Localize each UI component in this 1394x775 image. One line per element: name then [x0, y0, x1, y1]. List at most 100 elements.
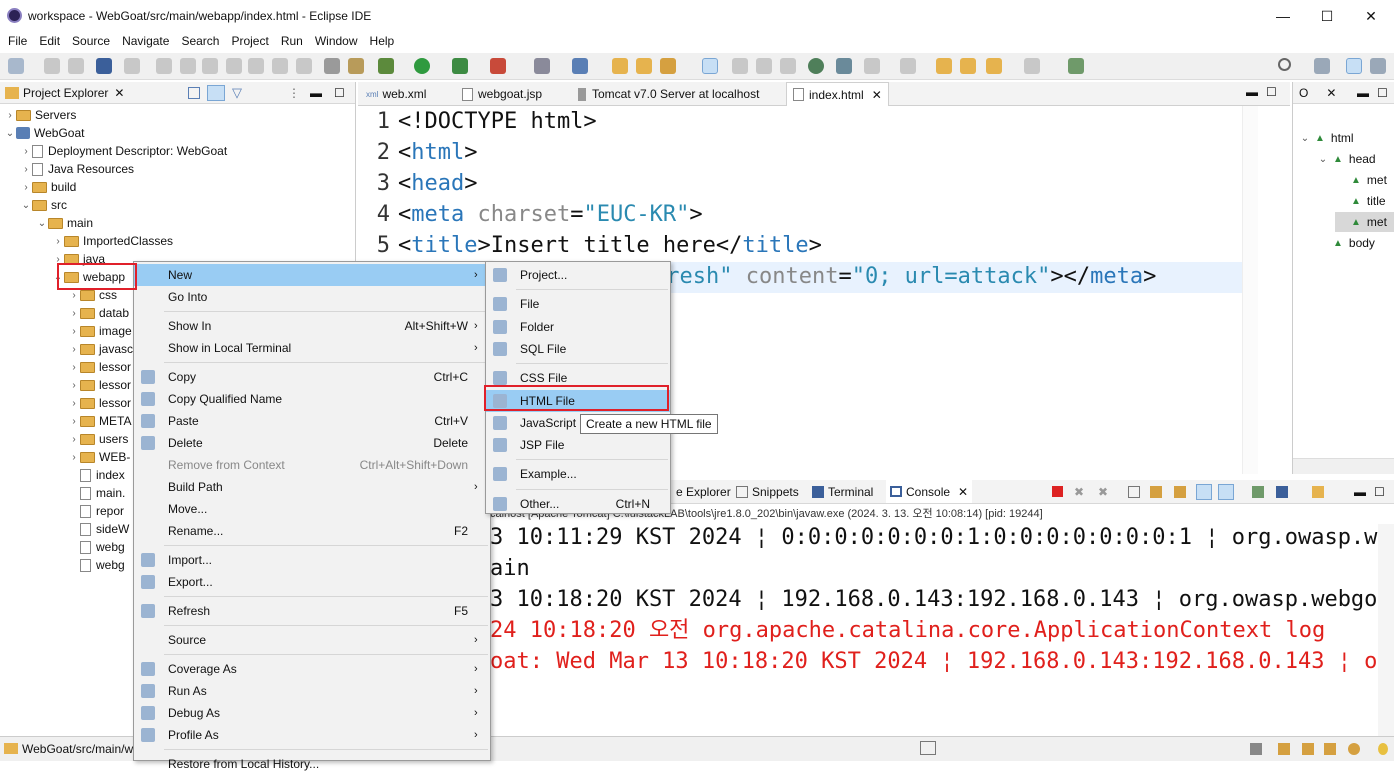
menu-item[interactable]: Export...: [134, 571, 490, 593]
menu-source[interactable]: Source: [66, 32, 116, 52]
collapsed-chevron-icon[interactable]: ›: [68, 344, 80, 355]
outline-item[interactable]: ▲ body: [1317, 233, 1375, 253]
terminate-icon[interactable]: [1052, 486, 1063, 497]
maximize-button[interactable]: ☐: [1304, 0, 1350, 32]
expanded-chevron-icon[interactable]: ⌄: [20, 200, 32, 211]
step-return-icon[interactable]: [296, 58, 312, 74]
maximize-view-icon[interactable]: ☐: [1374, 485, 1385, 499]
debug-icon[interactable]: [378, 58, 394, 74]
tree-item[interactable]: index: [68, 466, 125, 484]
new-server-icon[interactable]: [534, 58, 550, 74]
collapsed-chevron-icon[interactable]: ›: [68, 434, 80, 445]
status-cap-icon[interactable]: [1302, 743, 1314, 755]
minimize-view-icon[interactable]: ▬: [1357, 86, 1369, 100]
last-edit-icon[interactable]: [936, 58, 952, 74]
use-step-filters-icon[interactable]: [324, 58, 340, 74]
chevron-icon[interactable]: ⌄: [1317, 154, 1329, 165]
collapsed-chevron-icon[interactable]: ›: [68, 380, 80, 391]
tab-project-explorer-partial[interactable]: e Explorer: [676, 485, 731, 499]
expanded-chevron-icon[interactable]: ⌄: [4, 128, 16, 139]
close-tab-icon[interactable]: ✕: [1326, 86, 1336, 100]
run-icon[interactable]: [414, 58, 430, 74]
menu-item[interactable]: New ›: [134, 264, 490, 286]
link-with-editor-icon[interactable]: [207, 84, 225, 101]
tab-web-xml[interactable]: xml web.xml: [360, 82, 432, 106]
tree-item[interactable]: › WEB-: [68, 448, 130, 466]
close-button[interactable]: ✕: [1348, 0, 1394, 32]
maximize-view-icon[interactable]: ☐: [1377, 86, 1388, 100]
scroll-lock-icon[interactable]: [1150, 485, 1162, 498]
display-console-icon[interactable]: [1276, 485, 1288, 498]
tree-item[interactable]: repor: [68, 502, 124, 520]
minimize-button[interactable]: —: [1260, 0, 1306, 32]
menu-item[interactable]: Paste Ctrl+V: [134, 410, 490, 432]
menu-window[interactable]: Window: [309, 32, 364, 52]
new-wizard-icon[interactable]: [572, 58, 588, 74]
open-folder-icon[interactable]: [612, 58, 628, 74]
search-tool-icon[interactable]: [660, 58, 676, 74]
tab-console[interactable]: Console ✕: [886, 480, 973, 503]
tree-item[interactable]: › lessor: [68, 358, 131, 376]
menu-item[interactable]: Delete Delete: [134, 432, 490, 454]
editor-vertical-scrollbar[interactable]: [1242, 106, 1258, 474]
outline-item[interactable]: ⌄ ▲ head: [1317, 149, 1376, 169]
menu-item[interactable]: Copy Ctrl+C: [134, 366, 490, 388]
menu-item[interactable]: Coverage As ›: [134, 658, 490, 680]
menu-item[interactable]: Source ›: [134, 629, 490, 651]
close-tab-icon[interactable]: ✕: [872, 88, 882, 102]
open-type-icon[interactable]: [636, 58, 652, 74]
tab-webgoat-jsp[interactable]: webgoat.jsp: [456, 82, 548, 106]
menu-item[interactable]: Build Path ›: [134, 476, 490, 498]
menu-item[interactable]: Project...: [486, 264, 670, 286]
menu-item[interactable]: Run As ›: [134, 680, 490, 702]
back-history-icon[interactable]: [986, 58, 1002, 74]
search-icon[interactable]: [1278, 58, 1291, 71]
menu-item[interactable]: Example...: [486, 463, 670, 485]
java-ee-perspective-icon[interactable]: [1346, 58, 1362, 74]
profile-icon[interactable]: [490, 58, 506, 74]
menu-item[interactable]: Folder: [486, 316, 670, 338]
menu-run[interactable]: Run: [275, 32, 309, 52]
status-tool-icon[interactable]: [1250, 743, 1262, 755]
tree-item[interactable]: webg: [68, 556, 125, 574]
open-perspective-icon[interactable]: [1314, 58, 1330, 74]
tab-snippets[interactable]: Snippets: [736, 485, 799, 499]
coverage-icon[interactable]: [452, 58, 468, 74]
browser-icon[interactable]: [808, 58, 824, 74]
tree-item[interactable]: › lessor: [68, 376, 131, 394]
menu-project[interactable]: Project: [225, 32, 274, 52]
annotation-icon[interactable]: [836, 58, 852, 74]
tab-terminal[interactable]: Terminal: [812, 485, 873, 499]
step-into-icon[interactable]: [248, 58, 264, 74]
save-icon[interactable]: [44, 58, 60, 74]
previous-annotation-icon[interactable]: [900, 58, 916, 74]
menu-item[interactable]: Remove from Context Ctrl+Alt+Shift+Down: [134, 454, 490, 476]
show-on-stdout-icon[interactable]: [1196, 483, 1212, 500]
collapsed-chevron-icon[interactable]: ›: [68, 290, 80, 301]
collapsed-chevron-icon[interactable]: ›: [4, 110, 16, 121]
next-annotation-icon[interactable]: [864, 58, 880, 74]
word-wrap-console-icon[interactable]: [1174, 485, 1186, 498]
tree-item[interactable]: › image: [68, 322, 131, 340]
new-icon[interactable]: [8, 58, 24, 74]
menu-item[interactable]: Move...: [134, 498, 490, 520]
collapsed-chevron-icon[interactable]: ›: [68, 308, 80, 319]
project-explorer-tab[interactable]: Project Explorer: [23, 86, 108, 100]
outline-item[interactable]: ▲ title: [1335, 191, 1386, 211]
tree-item[interactable]: › ImportedClasses: [52, 232, 173, 250]
pin-editor-icon[interactable]: [1068, 58, 1084, 74]
menu-item[interactable]: Restore from Local History...: [134, 753, 490, 775]
mark-occurrences-icon[interactable]: [702, 58, 718, 74]
view-menu-icon[interactable]: ⋮: [288, 86, 300, 100]
tree-item[interactable]: › lessor: [68, 394, 131, 412]
tree-item[interactable]: main.: [68, 484, 125, 502]
menu-item[interactable]: Go Into: [134, 286, 490, 308]
minimize-view-icon[interactable]: ▬: [1354, 485, 1366, 499]
show-on-stderr-icon[interactable]: [1218, 483, 1234, 500]
word-wrap-icon[interactable]: [732, 58, 748, 74]
close-tab-icon[interactable]: ✕: [114, 86, 124, 100]
outline-item[interactable]: ▲ met: [1335, 212, 1394, 232]
collapsed-chevron-icon[interactable]: ›: [68, 398, 80, 409]
menu-item[interactable]: Show in Local Terminal ›: [134, 337, 490, 359]
terminate-icon[interactable]: [202, 58, 218, 74]
